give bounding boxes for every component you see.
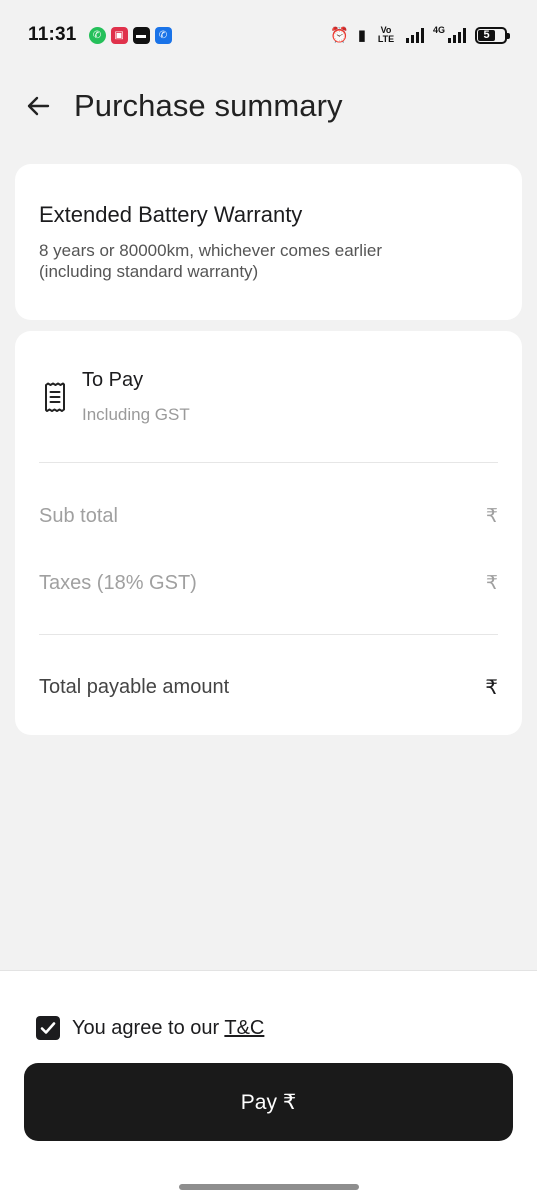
- status-time: 11:31: [28, 24, 77, 45]
- checkmark-icon: [40, 1022, 56, 1034]
- taxes-label: Taxes (18% GST): [39, 572, 197, 594]
- total-label: Total payable amount: [39, 675, 230, 698]
- total-value: ₹: [485, 676, 498, 699]
- alarm-icon: ⏰: [330, 26, 349, 44]
- payment-summary-card: To Pay Including GST Sub total ₹ Taxes (…: [15, 331, 522, 735]
- warranty-description: 8 years or 80000km, whichever comes earl…: [39, 241, 382, 281]
- to-pay-section: To Pay Including GST: [39, 331, 498, 462]
- phone-app-icon: ✆: [154, 26, 172, 44]
- back-arrow-svg: [27, 96, 50, 116]
- shopping-app-icon: ▣: [110, 26, 128, 44]
- checkout-footer: You agree to our T&C Pay ₹: [0, 970, 537, 1200]
- back-arrow-icon[interactable]: [24, 92, 52, 120]
- price-breakdown: Sub total ₹ Taxes (18% GST) ₹: [39, 463, 498, 634]
- terms-link[interactable]: T&C: [224, 1017, 264, 1039]
- whatsapp-icon: ✆: [88, 26, 106, 44]
- terms-agreement: You agree to our T&C: [36, 1016, 264, 1040]
- vibrate-icon: ▮: [357, 26, 366, 44]
- warranty-card: Extended Battery Warranty 8 years or 800…: [15, 164, 522, 320]
- to-pay-subtitle: Including GST: [82, 405, 190, 424]
- signal-icon: [405, 27, 424, 43]
- pay-button[interactable]: Pay ₹: [24, 1063, 513, 1141]
- signal-icon-2: [448, 27, 466, 43]
- taxes-value: ₹: [485, 573, 498, 594]
- terms-checkbox[interactable]: [36, 1016, 60, 1040]
- to-pay-label: To Pay: [82, 369, 144, 391]
- receipt-icon: [45, 382, 65, 412]
- notification-icons: ✆ ▣ ▬ ✆: [88, 26, 172, 44]
- volte-icon: Vo LTE: [377, 25, 395, 44]
- network-type-label: 4G: [432, 25, 445, 35]
- battery-icon: 5: [475, 26, 510, 44]
- status-bar: 11:31 ✆ ▣ ▬ ✆ ⏰ ▮ Vo LTE 4G 5: [0, 0, 537, 70]
- agree-text: You agree to our T&C: [72, 1017, 264, 1040]
- taxes-row: Taxes (18% GST) ₹: [39, 550, 498, 617]
- dark-app-icon: ▬: [132, 26, 150, 44]
- system-icons: ⏰ ▮ Vo LTE 4G 5: [330, 25, 510, 44]
- subtotal-label: Sub total: [39, 505, 118, 527]
- total-row: Total payable amount ₹: [39, 635, 498, 739]
- home-indicator[interactable]: [179, 1184, 359, 1190]
- subtotal-value: ₹: [485, 506, 498, 527]
- warranty-title: Extended Battery Warranty: [39, 202, 303, 227]
- page-title: Purchase summary: [74, 88, 343, 123]
- app-header: Purchase summary: [0, 78, 537, 134]
- to-pay-text: To Pay Including GST: [82, 369, 190, 425]
- subtotal-row: Sub total ₹: [39, 483, 498, 550]
- agree-label: You agree to our: [72, 1016, 220, 1039]
- battery-level: 5: [478, 29, 495, 41]
